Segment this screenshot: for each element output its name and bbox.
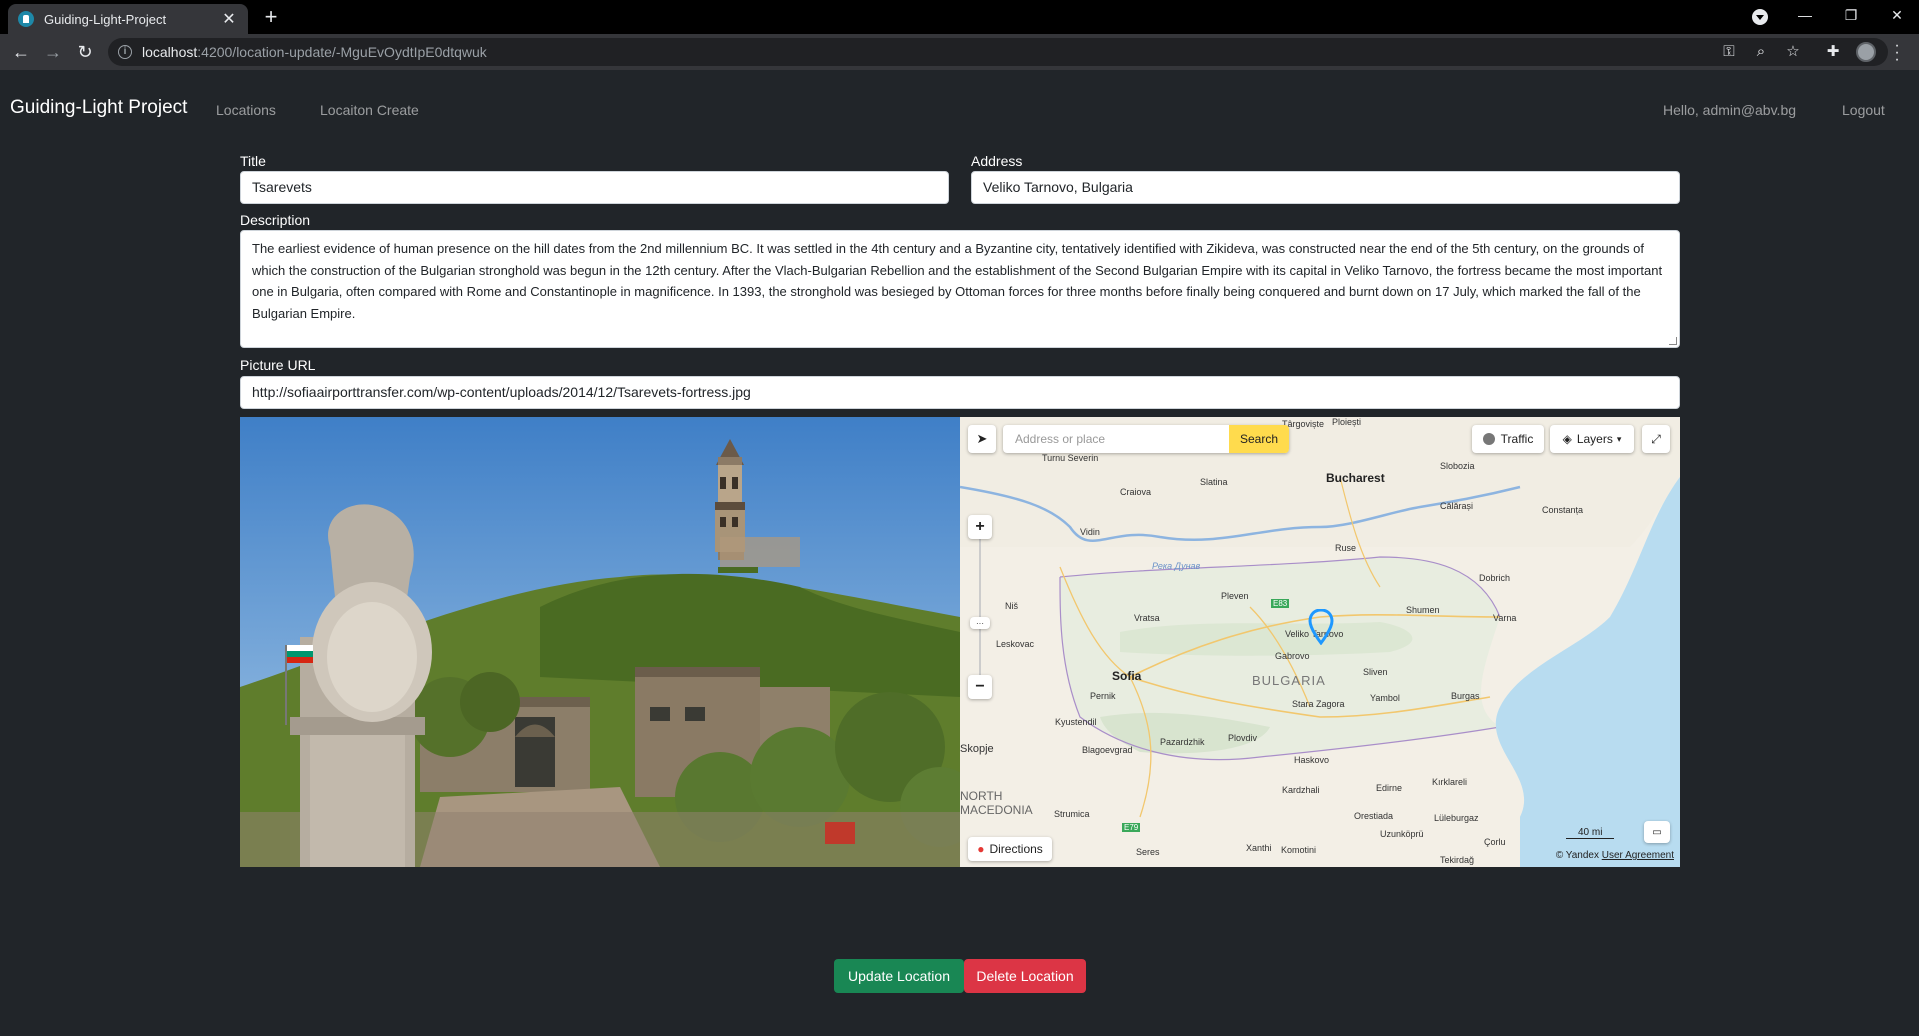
user-greeting: Hello, admin@abv.bg (1663, 102, 1797, 118)
picture-url-label: Picture URL (240, 357, 316, 373)
profile-download-icon[interactable] (1752, 9, 1768, 25)
url-path: :4200/location-update/-MguEvOydtIpE0dtqw… (197, 44, 487, 60)
site-info-icon[interactable]: i (118, 45, 132, 59)
map-pin-icon: ● (977, 842, 985, 856)
map-search-input[interactable]: Address or place (1003, 425, 1229, 453)
layers-label: Layers (1576, 432, 1613, 446)
zoom-in-button[interactable]: + (968, 515, 992, 539)
app-root: Guiding-Light Project Locations Locaiton… (0, 70, 1919, 1036)
forward-arrow-icon[interactable]: → (42, 41, 64, 63)
location-map[interactable]: Târgoviște Ploiești Turnu Severin Sloboz… (960, 417, 1680, 867)
minimize-button[interactable]: — (1790, 4, 1820, 26)
picture-url-input[interactable]: http://sofiaairporttransfer.com/wp-conte… (240, 376, 1680, 409)
address-label: Address (971, 153, 1023, 169)
map-attribution: © Yandex User Agreement (1556, 850, 1674, 861)
new-tab-button[interactable]: + (260, 6, 282, 28)
reload-icon[interactable]: ↻ (74, 41, 96, 63)
zoom-icon[interactable]: ⌕ (1752, 43, 1770, 61)
url-host: localhost (142, 44, 198, 60)
nav-link-location-create[interactable]: Locaiton Create (320, 102, 419, 118)
directions-label: Directions (989, 842, 1043, 856)
close-window-button[interactable]: ✕ (1882, 4, 1912, 26)
address-input[interactable]: Veliko Tarnovo, Bulgaria (971, 171, 1680, 204)
address-bar[interactable]: i localhost:4200/location-update/-MguEvO… (108, 38, 1888, 66)
key-icon[interactable]: ⚿ (1720, 43, 1738, 61)
description-textarea[interactable]: The earliest evidence of human presence … (240, 230, 1680, 348)
user-agreement-link[interactable]: User Agreement (1602, 850, 1674, 861)
map-search-button[interactable]: Search (1229, 425, 1289, 453)
map-search-bar[interactable]: Address or place Search (1003, 425, 1289, 453)
location-pin-icon (1308, 609, 1334, 645)
yandex-copyright: © Yandex (1555, 850, 1599, 861)
fullscreen-icon[interactable]: ⤢ (1642, 425, 1670, 453)
browser-toolbar: ← → ↻ i localhost:4200/location-update/-… (0, 34, 1919, 70)
traffic-light-icon (1482, 433, 1495, 445)
traffic-button[interactable]: Traffic (1472, 425, 1544, 453)
description-label: Description (240, 212, 311, 228)
title-input[interactable]: Tsarevets (240, 171, 949, 204)
profile-avatar[interactable] (1856, 42, 1876, 62)
zoom-out-button[interactable]: − (968, 675, 992, 699)
chevron-down-icon: ▾ (1616, 433, 1622, 444)
traffic-label: Traffic (1500, 432, 1534, 446)
browser-tab[interactable]: Guiding-Light-Project ✕ (8, 4, 248, 34)
ruler-icon[interactable]: ▭ (1644, 821, 1670, 843)
restore-button[interactable]: ❐ (1836, 4, 1866, 26)
navbar-brand[interactable]: Guiding-Light Project (10, 97, 187, 119)
browser-tabbar: Guiding-Light-Project ✕ + — ❐ ✕ (0, 0, 1919, 34)
bookmark-star-icon[interactable]: ☆ (1784, 43, 1802, 61)
description-text: The earliest evidence of human presence … (252, 241, 1663, 321)
layers-icon: ◈ (1562, 432, 1572, 446)
zoom-slider[interactable] (979, 537, 981, 677)
extensions-puzzle-icon[interactable]: ✚ (1824, 43, 1842, 61)
back-arrow-icon[interactable]: ← (10, 41, 32, 63)
zoom-slider-handle[interactable]: ··· (970, 617, 990, 629)
menu-kebab-icon[interactable]: · · · (1894, 38, 1900, 68)
title-label: Title (240, 153, 266, 169)
map-scale-label: 40 mi (1566, 827, 1615, 839)
tab-close-icon[interactable]: ✕ (220, 9, 238, 29)
geolocation-arrow-icon[interactable]: ➤ (968, 425, 996, 453)
layers-button[interactable]: ◈ Layers ▾ (1550, 425, 1634, 453)
delete-location-button[interactable]: Delete Location (964, 959, 1086, 993)
update-location-button[interactable]: Update Location (834, 959, 964, 993)
resize-handle-icon[interactable] (1669, 337, 1677, 345)
tab-title: Guiding-Light-Project (44, 11, 167, 27)
nav-link-locations[interactable]: Locations (216, 102, 276, 118)
location-photo (240, 417, 960, 867)
logout-link[interactable]: Logout (1842, 102, 1885, 118)
site-favicon-icon (18, 11, 34, 27)
directions-button[interactable]: ● Directions (968, 837, 1052, 861)
